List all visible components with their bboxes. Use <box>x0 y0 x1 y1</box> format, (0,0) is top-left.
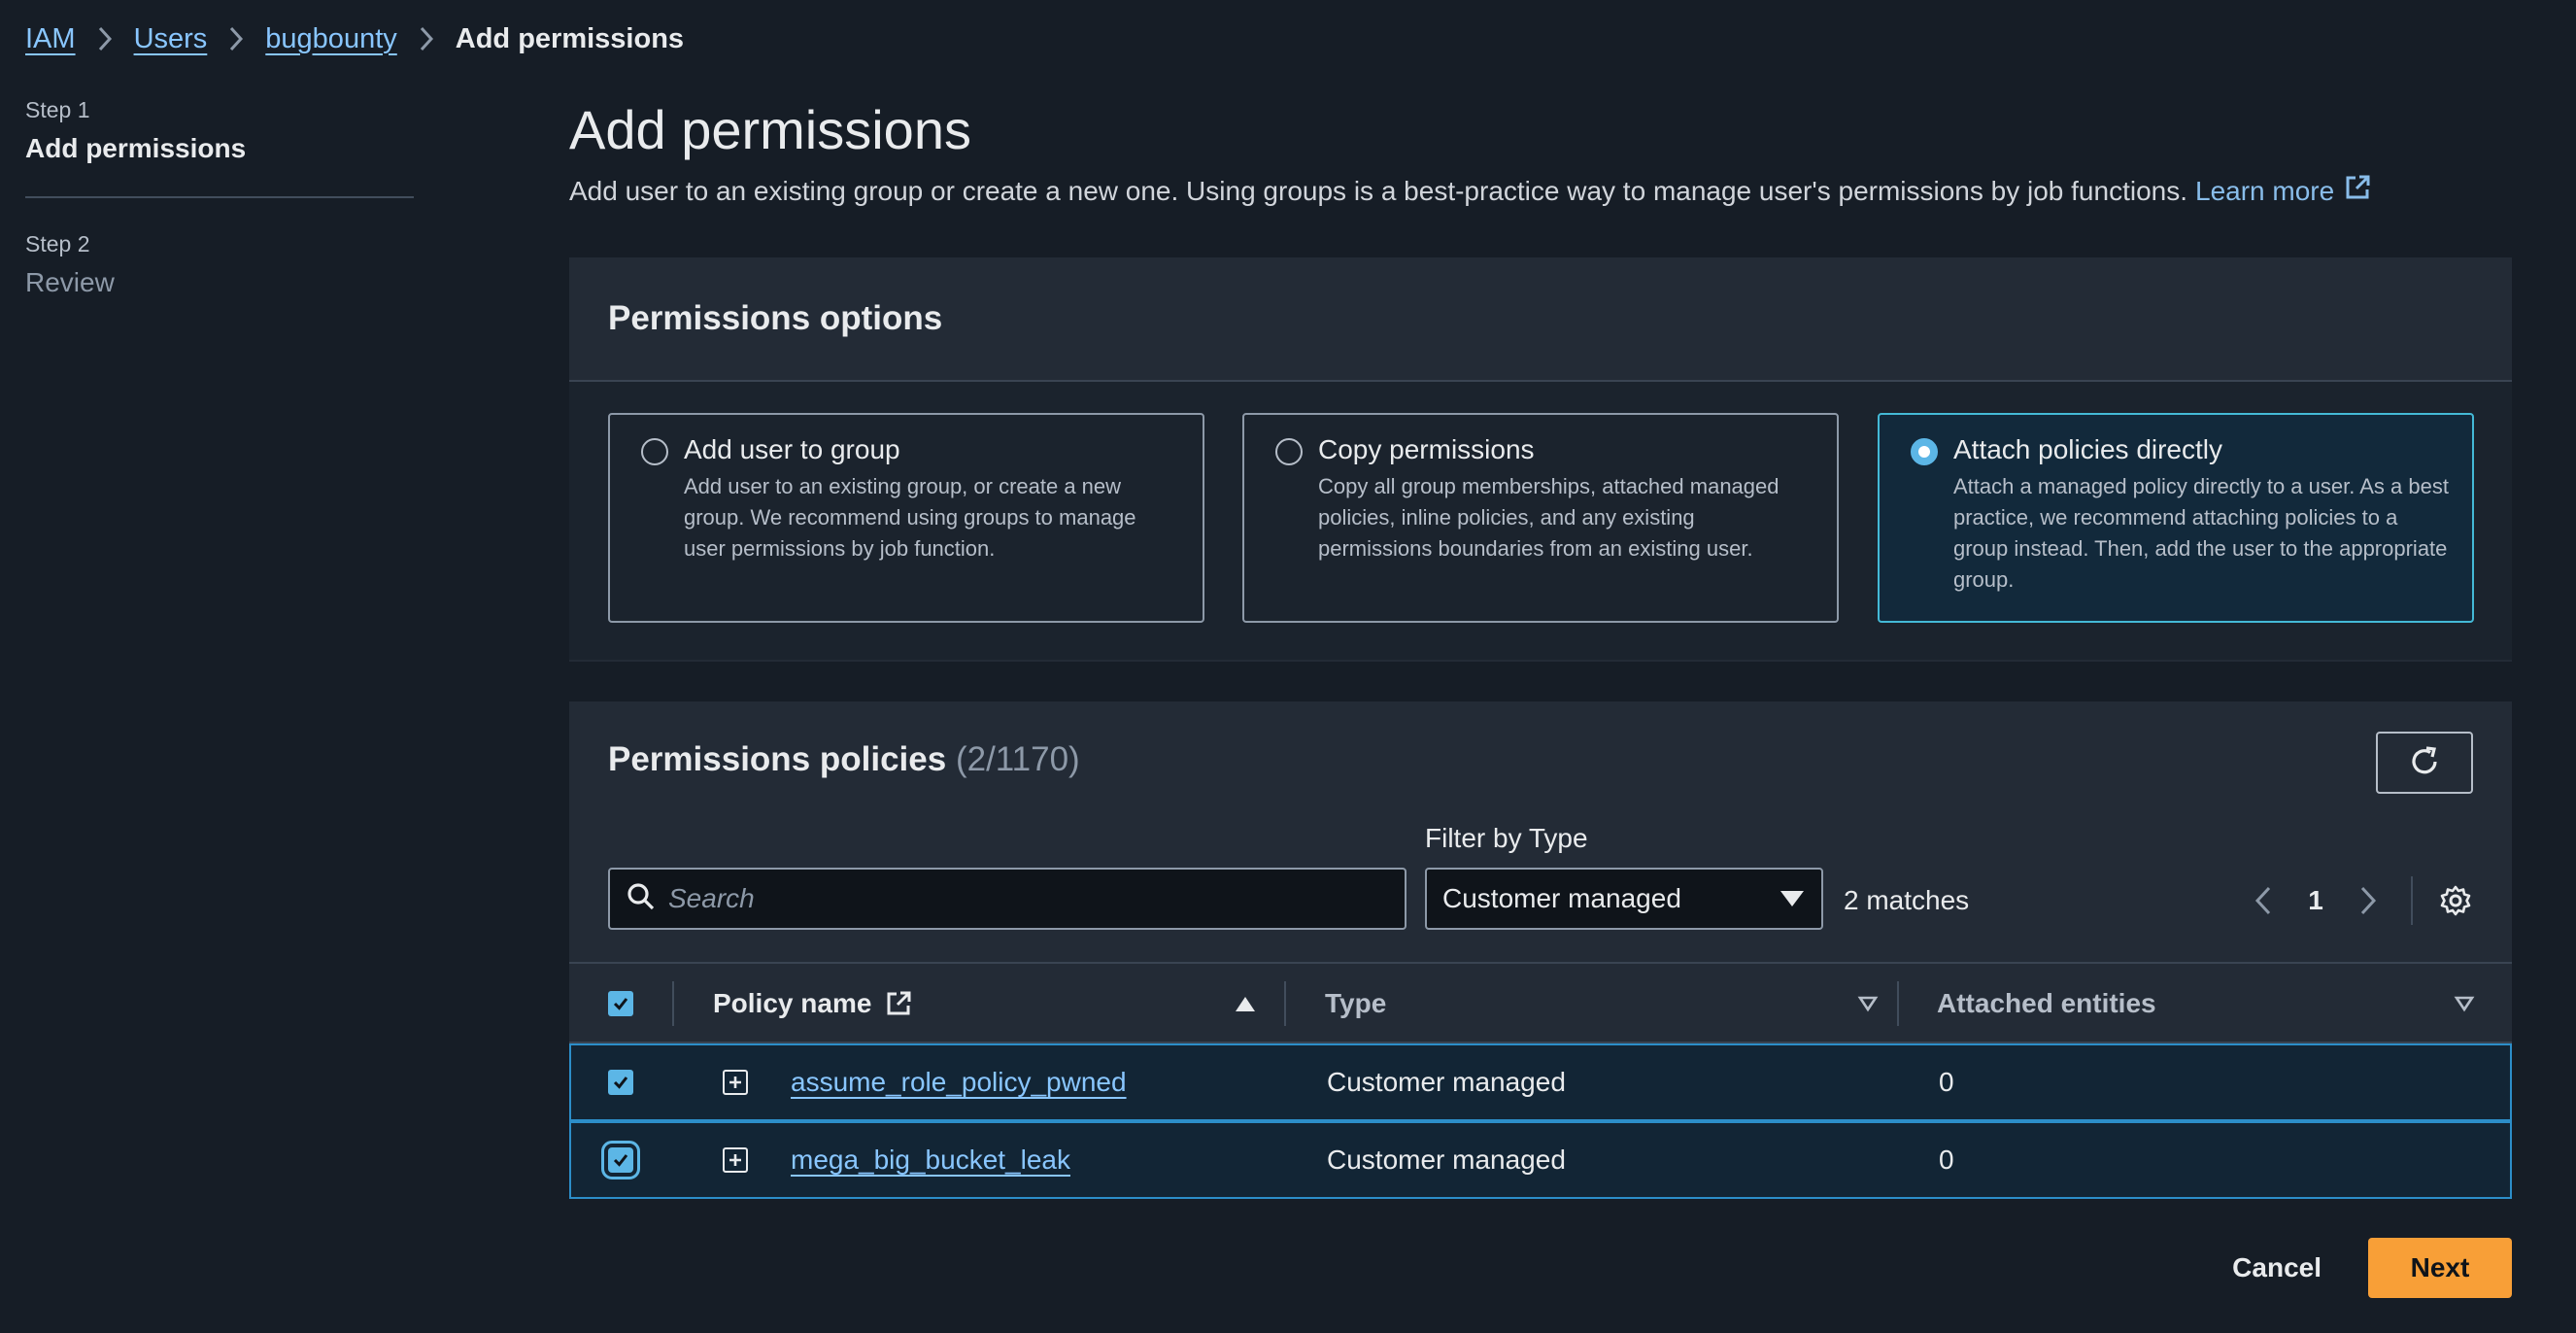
select-all-checkbox[interactable] <box>608 991 633 1016</box>
option-add-user-to-group[interactable]: Add user to group Add user to an existin… <box>608 413 1204 623</box>
page-header: Add permissions Add user to an existing … <box>569 97 2512 208</box>
column-header-attached-entities[interactable]: Attached entities <box>1937 964 2475 1043</box>
attached-entities-cell: 0 <box>1939 1067 1954 1097</box>
filter-type-select[interactable]: Customer managed <box>1425 868 1823 930</box>
filter-by-type-label: Filter by Type <box>1425 823 1588 853</box>
row-checkbox[interactable] <box>608 1070 633 1095</box>
column-label: Attached entities <box>1937 988 2156 1018</box>
table-header: Policy name Type Attached entities <box>569 962 2512 1043</box>
row-select-cell <box>608 1045 633 1119</box>
column-label: Type <box>1325 988 1387 1018</box>
radio-button[interactable] <box>1275 438 1303 465</box>
column-header-policy-name[interactable]: Policy name <box>713 964 1257 1043</box>
pager-divider <box>2411 876 2413 925</box>
option-description: Add user to an existing group, or create… <box>684 474 1136 561</box>
breadcrumb-user[interactable]: bugbounty <box>265 23 396 55</box>
refresh-icon <box>2407 744 2442 782</box>
column-divider <box>672 981 674 1026</box>
step-2: Step 2 Review <box>25 231 414 298</box>
wizard-footer: Cancel Next <box>2220 1238 2512 1298</box>
policy-name-link[interactable]: assume_role_policy_pwned <box>791 1067 1127 1098</box>
policy-name-cell: assume_role_policy_pwned <box>791 1045 1127 1119</box>
option-description: Attach a managed policy directly to a us… <box>1953 474 2449 592</box>
radio-button-selected[interactable] <box>1911 438 1938 465</box>
option-title: Copy permissions <box>1318 434 1535 464</box>
policies-title-text: Permissions policies <box>608 740 947 778</box>
type-cell: Customer managed <box>1327 1067 1566 1097</box>
step-number: Step 1 <box>25 97 90 122</box>
row-checkbox[interactable] <box>601 1141 640 1179</box>
current-page[interactable]: 1 <box>2287 885 2345 916</box>
expand-plus-icon[interactable] <box>723 1070 748 1095</box>
panel-title: Permissions policies (2/1170) <box>608 740 1080 779</box>
chevron-right-icon <box>97 26 113 51</box>
table-row[interactable]: assume_role_policy_pwned Customer manage… <box>569 1043 2512 1121</box>
step-title-active[interactable]: Add permissions <box>25 133 414 164</box>
external-link-icon <box>885 990 912 1017</box>
column-header-type[interactable]: Type <box>1325 964 1879 1043</box>
expand-cell <box>723 1123 748 1197</box>
select-all-cell <box>608 964 633 1043</box>
breadcrumb: IAM Users bugbounty Add permissions <box>25 19 684 58</box>
search-field[interactable] <box>608 868 1407 930</box>
refresh-button[interactable] <box>2376 732 2473 794</box>
page-title: Add permissions <box>569 99 971 160</box>
option-title: Attach policies directly <box>1953 434 2223 464</box>
breadcrumb-users[interactable]: Users <box>134 23 208 55</box>
step-number: Step 2 <box>25 231 90 256</box>
type-cell: Customer managed <box>1327 1145 1566 1175</box>
wizard-steps: Step 1 Add permissions Step 2 Review <box>25 97 414 298</box>
cancel-button[interactable]: Cancel <box>2220 1238 2333 1298</box>
policy-name-cell: mega_big_bucket_leak <box>791 1123 1070 1197</box>
option-title: Add user to group <box>684 434 900 464</box>
selection-count: (2/1170) <box>955 740 1080 778</box>
option-description: Copy all group memberships, attached man… <box>1318 474 1779 561</box>
radio-button[interactable] <box>641 438 668 465</box>
option-copy-permissions[interactable]: Copy permissions Copy all group membersh… <box>1242 413 1839 623</box>
policies-table: Policy name Type Attached entities assum… <box>569 962 2512 1199</box>
chevron-right-icon <box>228 26 244 51</box>
sort-ascending-icon[interactable] <box>1234 994 1257 1013</box>
expand-cell <box>723 1045 748 1119</box>
policy-name-link[interactable]: mega_big_bucket_leak <box>791 1145 1070 1176</box>
matches-count: 2 matches <box>1844 885 1970 915</box>
option-attach-policies-directly[interactable]: Attach policies directly Attach a manage… <box>1878 413 2474 623</box>
column-divider <box>1897 981 1899 1026</box>
page-description: Add user to an existing group or create … <box>569 174 2512 208</box>
step-title-inactive: Review <box>25 267 115 297</box>
sort-icon[interactable] <box>1857 995 1879 1012</box>
filter-type-value: Customer managed <box>1442 883 1681 913</box>
permissions-policies-panel: Permissions policies (2/1170) Filter by … <box>569 701 2512 1199</box>
external-link-icon <box>2344 174 2371 208</box>
panel-title: Permissions options <box>608 299 943 337</box>
caret-down-icon <box>1780 891 1804 906</box>
pagination: 1 <box>2240 876 2479 925</box>
table-row[interactable]: mega_big_bucket_leak Customer managed 0 <box>569 1121 2512 1199</box>
sort-icon[interactable] <box>2454 995 2475 1012</box>
expand-plus-icon[interactable] <box>723 1147 748 1173</box>
description-text: Add user to an existing group or create … <box>569 175 2187 206</box>
attached-entities-cell: 0 <box>1939 1145 1954 1175</box>
search-icon <box>626 881 657 917</box>
settings-gear-icon[interactable] <box>2432 876 2479 925</box>
next-button[interactable]: Next <box>2368 1238 2512 1298</box>
learn-more-link[interactable]: Learn more <box>2195 174 2371 208</box>
breadcrumb-iam[interactable]: IAM <box>25 23 76 55</box>
step-1: Step 1 Add permissions <box>25 97 414 164</box>
search-input[interactable] <box>668 883 1387 914</box>
column-divider <box>1284 981 1286 1026</box>
breadcrumb-current: Add permissions <box>455 22 685 54</box>
step-divider <box>25 196 414 198</box>
column-label: Policy name <box>713 988 872 1018</box>
learn-more-label: Learn more <box>2195 175 2335 206</box>
options-tiles: Add user to group Add user to an existin… <box>569 382 2512 660</box>
panel-header: Permissions options <box>569 257 2512 382</box>
chevron-left-icon[interactable] <box>2240 876 2287 925</box>
policies-header: Permissions policies (2/1170) <box>569 701 2512 826</box>
permissions-options-panel: Permissions options Add user to group Ad… <box>569 257 2512 662</box>
chevron-right-icon <box>419 26 434 51</box>
chevron-right-icon[interactable] <box>2345 876 2391 925</box>
row-select-cell <box>601 1123 640 1197</box>
